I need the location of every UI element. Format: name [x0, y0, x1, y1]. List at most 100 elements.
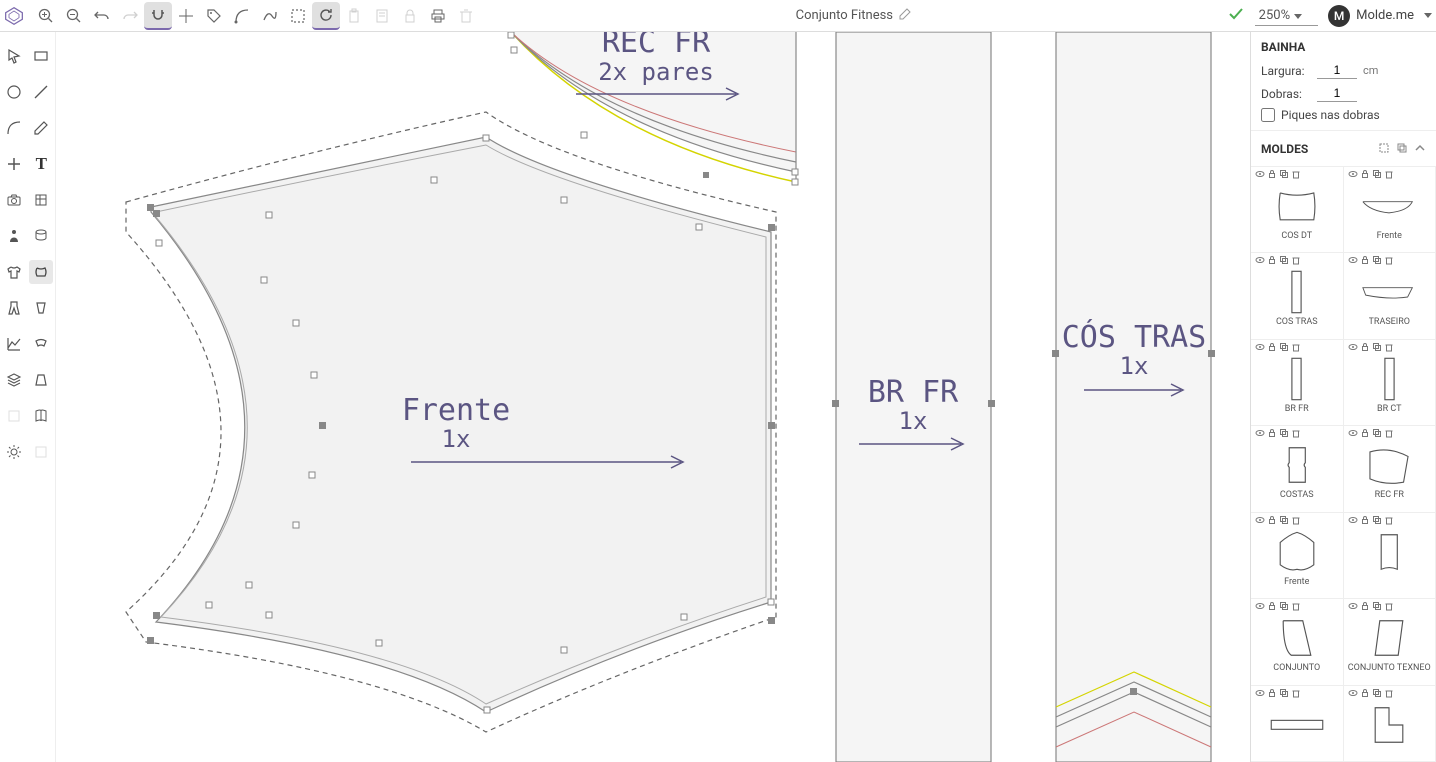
trash-icon[interactable] [452, 2, 480, 30]
copy-molde-icon[interactable] [1396, 139, 1408, 158]
delete-icon[interactable] [1291, 688, 1301, 701]
delete-icon[interactable] [1384, 515, 1394, 528]
pencil-tool-icon[interactable] [29, 116, 53, 140]
logo-icon[interactable] [4, 2, 32, 30]
piece-tool-icon[interactable] [29, 260, 53, 284]
redo-icon[interactable] [116, 2, 144, 30]
crosshair-icon[interactable] [172, 2, 200, 30]
molde-card[interactable]: COSTAS [1251, 426, 1344, 512]
lock-icon[interactable] [1360, 515, 1370, 528]
lock-icon[interactable] [1267, 601, 1277, 614]
plus-tool-icon[interactable] [2, 152, 26, 176]
lock-icon[interactable] [1360, 428, 1370, 441]
eye-icon[interactable] [1348, 255, 1358, 268]
copy-icon[interactable] [1279, 688, 1289, 701]
tag-icon[interactable] [200, 2, 228, 30]
delete-icon[interactable] [1384, 688, 1394, 701]
layers2-tool-icon[interactable] [29, 224, 53, 248]
piece-frente[interactable]: Frente 1x [126, 112, 776, 732]
select-area-icon[interactable] [284, 2, 312, 30]
canvas[interactable]: REC FR 2x pares [56, 32, 1250, 762]
lock-icon[interactable] [1360, 342, 1370, 355]
molde-card[interactable]: CÓS TRAS [1251, 253, 1344, 339]
molde-card[interactable]: Frente [1251, 513, 1344, 599]
refresh-icon[interactable] [312, 2, 340, 30]
zoom-out-icon[interactable] [60, 2, 88, 30]
eye-icon[interactable] [1255, 342, 1265, 355]
lock-icon[interactable] [396, 2, 424, 30]
rectangle-tool-icon[interactable] [29, 44, 53, 68]
piece-cos-tras[interactable]: CÓS TRAS 1x [1052, 32, 1215, 762]
lock-icon[interactable] [1360, 688, 1370, 701]
text-tool-icon[interactable]: T [29, 152, 53, 176]
lock-icon[interactable] [1267, 515, 1277, 528]
piece-rec-fr[interactable]: REC FR 2x pares [508, 32, 798, 185]
lock-icon[interactable] [1360, 601, 1370, 614]
curve-icon[interactable] [228, 2, 256, 30]
zoom-in-icon[interactable] [32, 2, 60, 30]
lock-icon[interactable] [1267, 255, 1277, 268]
copy-icon[interactable] [1372, 601, 1382, 614]
add-molde-icon[interactable] [1378, 139, 1390, 158]
circle-tool-icon[interactable] [2, 80, 26, 104]
zoom-select[interactable]: 250% [1255, 6, 1318, 26]
delete-icon[interactable] [1291, 255, 1301, 268]
molde-card[interactable]: TRASEIRO [1344, 253, 1436, 339]
width-input[interactable] [1317, 62, 1357, 79]
eye-icon[interactable] [1255, 169, 1265, 182]
eye-icon[interactable] [1348, 169, 1358, 182]
print-icon[interactable] [424, 2, 452, 30]
delete-icon[interactable] [1291, 515, 1301, 528]
notes-icon[interactable] [368, 2, 396, 30]
molde-card[interactable]: CONJUNTO TEXNEO [1344, 599, 1436, 685]
notches-checkbox[interactable] [1261, 108, 1275, 122]
molde-card[interactable]: Frente [1344, 167, 1436, 253]
eye-icon[interactable] [1255, 601, 1265, 614]
camera-tool-icon[interactable] [2, 188, 26, 212]
line-tool-icon[interactable] [29, 80, 53, 104]
eye-icon[interactable] [1348, 688, 1358, 701]
copy-icon[interactable] [1279, 428, 1289, 441]
piece-br-fr[interactable]: BR FR 1x [832, 32, 995, 762]
arc-tool-icon[interactable] [2, 116, 26, 140]
delete-icon[interactable] [1291, 601, 1301, 614]
pattern-tool-icon[interactable] [29, 188, 53, 212]
lock-icon[interactable] [1360, 255, 1370, 268]
molde-card[interactable] [1344, 686, 1436, 762]
delete-icon[interactable] [1384, 428, 1394, 441]
skirt-tool-icon[interactable] [29, 368, 53, 392]
eye-icon[interactable] [1348, 342, 1358, 355]
delete-icon[interactable] [1384, 342, 1394, 355]
folds-input[interactable] [1317, 85, 1357, 102]
copy-icon[interactable] [1372, 169, 1382, 182]
collar-tool-icon[interactable] [29, 332, 53, 356]
path-icon[interactable] [256, 2, 284, 30]
molde-card[interactable] [1344, 513, 1436, 599]
molde-card[interactable]: REC FR [1344, 426, 1436, 512]
lock-icon[interactable] [1360, 169, 1370, 182]
lock-icon[interactable] [1267, 169, 1277, 182]
copy-icon[interactable] [1372, 255, 1382, 268]
eye-icon[interactable] [1348, 428, 1358, 441]
delete-icon[interactable] [1384, 601, 1394, 614]
eye-icon[interactable] [1255, 255, 1265, 268]
delete-icon[interactable] [1291, 169, 1301, 182]
pants-tool-icon[interactable] [2, 296, 26, 320]
eye-icon[interactable] [1255, 688, 1265, 701]
settings-tool-icon[interactable] [2, 440, 26, 464]
chart-tool-icon[interactable] [2, 332, 26, 356]
eye-icon[interactable] [1255, 515, 1265, 528]
copy-icon[interactable] [1279, 342, 1289, 355]
molde-card[interactable]: BR FR [1251, 340, 1344, 426]
molde-card[interactable]: BR CT [1344, 340, 1436, 426]
molde-card[interactable]: CÓS DT [1251, 167, 1344, 253]
eye-icon[interactable] [1255, 428, 1265, 441]
delete-icon[interactable] [1291, 428, 1301, 441]
copy-icon[interactable] [1279, 601, 1289, 614]
user-menu[interactable]: M Molde.me [1328, 5, 1432, 27]
molde-card[interactable] [1251, 686, 1344, 762]
shirt-tool-icon[interactable] [2, 260, 26, 284]
copy-icon[interactable] [1279, 255, 1289, 268]
copy-icon[interactable] [1279, 169, 1289, 182]
copy-icon[interactable] [1372, 342, 1382, 355]
